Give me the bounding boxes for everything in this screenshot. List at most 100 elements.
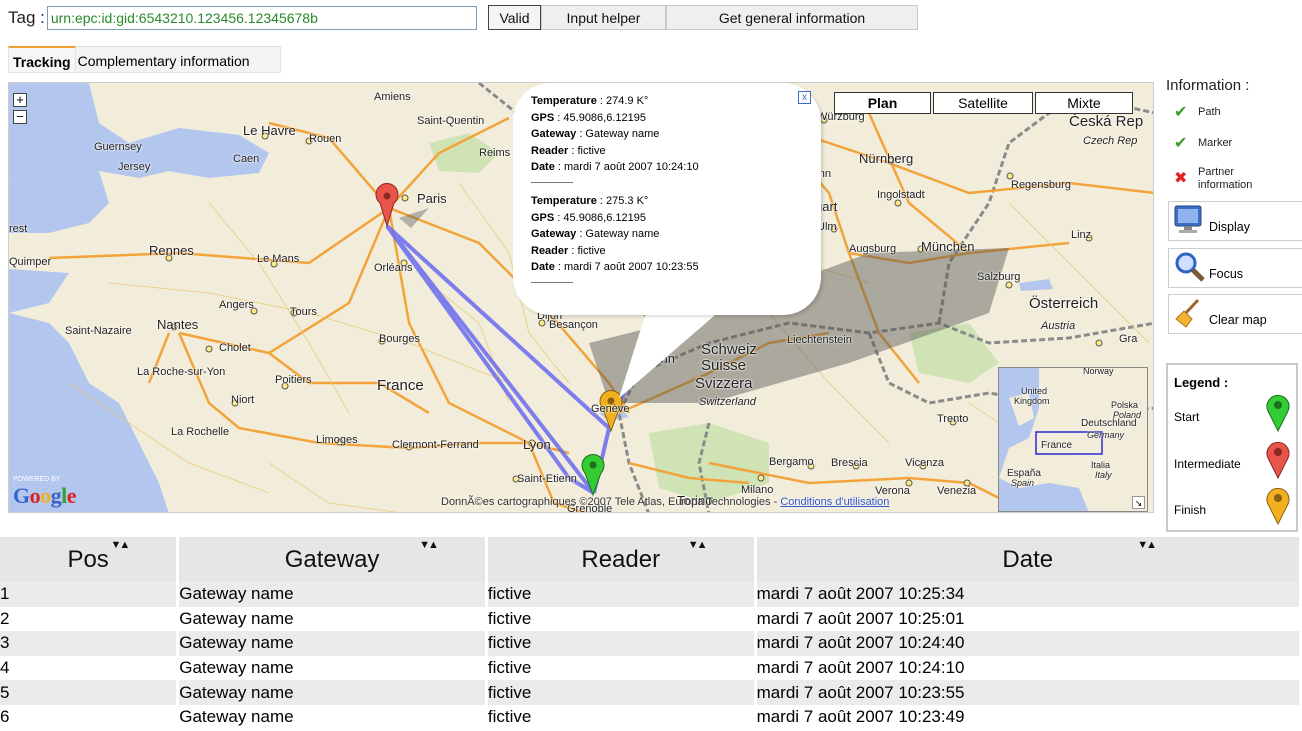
city-label: Reims: [479, 147, 511, 159]
terms-of-use-link[interactable]: Conditions d'utilisation: [780, 496, 889, 508]
city-label: France: [377, 377, 424, 394]
legend-start-label: Start: [1174, 410, 1200, 424]
city-label: Česká Rep: [1069, 113, 1144, 130]
get-general-information-button[interactable]: Get general information: [666, 5, 918, 30]
check-icon: ✔: [1174, 104, 1188, 121]
finish-pin-icon: [1266, 487, 1290, 526]
city-label: Clermont-Ferrand: [392, 439, 479, 451]
info-item-marker: ✔ Marker: [1174, 135, 1233, 152]
city-label: Augsburg: [849, 243, 897, 255]
city-label: Saint-Quentin: [417, 115, 485, 127]
city-label: Rouen: [309, 133, 342, 145]
city-label: Guernsey: [94, 141, 142, 153]
info-item-partner: ✖ Partner information: [1174, 166, 1253, 191]
city-label: Orléans: [374, 262, 413, 274]
tag-label: Tag :: [8, 8, 45, 27]
city-label: Nantes: [157, 317, 199, 332]
overview-map[interactable]: Norway United Kingdom Polska Poland Deut…: [998, 367, 1148, 512]
info-item-path: ✔ Path: [1174, 104, 1221, 121]
table-row[interactable]: 2 Gateway name fictive mardi 7 août 2007 1…: [0, 606, 1302, 632]
table-row[interactable]: 4 Gateway name fictive mardi 7 août 2007 1…: [0, 655, 1302, 681]
sort-icon[interactable]: ▼▲: [419, 539, 439, 551]
city-label: Caen: [233, 153, 260, 165]
magnifier-icon: [1175, 252, 1205, 282]
tab-complementary-information[interactable]: Complementary information: [75, 46, 281, 73]
city-label: Salzburg: [977, 271, 1021, 283]
map-type-satellite-button[interactable]: Satellite: [933, 92, 1033, 114]
city-label: Angers: [219, 299, 254, 311]
city-label: rest: [9, 223, 28, 235]
tag-bar: Tag :: [8, 5, 477, 31]
column-header-pos[interactable]: Pos ▼▲: [0, 537, 180, 582]
check-icon: ✔: [1174, 135, 1188, 152]
legend-finish-label: Finish: [1174, 503, 1207, 517]
city-label: Jersey: [118, 161, 151, 173]
sort-icon[interactable]: ▼▲: [110, 539, 130, 551]
map-view[interactable]: Amiens Saint-Quentin Le Havre Rouen Guer…: [8, 82, 1154, 513]
city-label: La Rochelle: [171, 426, 230, 438]
city-label: Bergamo: [769, 456, 814, 468]
table-row[interactable]: 6 Gateway name fictive mardi 7 août 2007 1…: [0, 704, 1302, 730]
city-label: Lyon: [523, 437, 551, 452]
city-label: Venezia: [937, 485, 977, 497]
column-header-reader[interactable]: Reader ▼▲: [486, 537, 757, 582]
input-helper-button[interactable]: Input helper: [541, 5, 666, 30]
city-label: Cholet: [219, 342, 251, 354]
map-type-mixte-button[interactable]: Mixte: [1035, 92, 1133, 114]
column-header-gateway[interactable]: Gateway ▼▲: [177, 537, 488, 582]
display-button[interactable]: Display: [1168, 201, 1302, 241]
overview-toggle-icon[interactable]: ↘: [1132, 496, 1145, 509]
clear-map-button[interactable]: Clear map: [1168, 294, 1302, 334]
city-label: La Roche-sur-Yon: [137, 366, 226, 378]
map-type-plan-button[interactable]: Plan: [834, 92, 931, 114]
city-label: Austria: [1041, 320, 1076, 332]
city-label: Poitiers: [275, 374, 312, 386]
valid-button[interactable]: Valid: [488, 5, 541, 30]
city-label: Linz: [1071, 229, 1092, 241]
column-header-date[interactable]: Date ▼▲: [755, 537, 1302, 582]
bubble-entry: Temperature : 275.3 K° GPS : 45.9086,6.1…: [531, 193, 791, 283]
google-logo: POWERED BY Google: [13, 476, 77, 508]
city-label: Bourges: [379, 333, 420, 345]
table-row[interactable]: 1 Gateway name fictive mardi 7 août 2007 1…: [0, 582, 1302, 607]
close-icon[interactable]: x: [798, 91, 811, 104]
city-label: Rennes: [149, 243, 194, 258]
broom-icon: [1175, 298, 1200, 328]
cross-icon: ✖: [1174, 170, 1188, 187]
city-label: Amiens: [374, 91, 411, 103]
city-label: Trento: [937, 413, 969, 425]
table-row[interactable]: 3 Gateway name fictive mardi 7 août 2007 1…: [0, 631, 1302, 656]
city-label: Liechtenstein: [787, 334, 852, 346]
city-label: Vicenza: [905, 457, 944, 469]
city-label: Le Mans: [257, 253, 300, 265]
tab-tracking[interactable]: Tracking: [8, 46, 76, 73]
tag-input[interactable]: [46, 6, 477, 30]
info-bubble: x Temperature : 274.9 K° GPS : 45.9086,6…: [513, 83, 821, 315]
bubble-entry: Temperature : 274.9 K° GPS : 45.9086,6.1…: [531, 93, 791, 183]
legend-title: Legend :: [1174, 375, 1229, 390]
city-label: Milano: [741, 484, 774, 496]
information-title: Information :: [1166, 77, 1250, 94]
sort-icon[interactable]: ▼▲: [688, 539, 708, 551]
zoom-out-button[interactable]: −: [13, 110, 27, 124]
table-row[interactable]: 5 Gateway name fictive mardi 7 août 2007 1…: [0, 680, 1302, 705]
focus-button[interactable]: Focus: [1168, 248, 1302, 288]
start-pin-icon: [1266, 394, 1290, 433]
city-label: Limoges: [316, 434, 358, 446]
map-copyright: DonnÃ©es cartographiques ©2007 Tele Atla…: [441, 496, 890, 508]
sort-icon[interactable]: ▼▲: [1137, 539, 1157, 551]
monitor-icon: [1174, 205, 1202, 233]
city-label: Besançon: [549, 319, 598, 331]
legend-intermediate-label: Intermediate: [1174, 457, 1241, 471]
city-label: Genève: [591, 403, 630, 415]
bubble-tail: [619, 303, 729, 398]
city-label: Brescia: [831, 457, 868, 469]
zoom-in-button[interactable]: +: [13, 93, 27, 107]
city-label: Tours: [290, 306, 317, 318]
city-label: Saint-Nazaire: [65, 325, 132, 337]
city-label: Nürnberg: [859, 151, 914, 166]
city-label: München: [921, 239, 975, 254]
city-label: Czech Rep: [1083, 135, 1138, 147]
city-label: Österreich: [1029, 295, 1099, 312]
city-label: Saint-Etienn: [517, 473, 577, 485]
